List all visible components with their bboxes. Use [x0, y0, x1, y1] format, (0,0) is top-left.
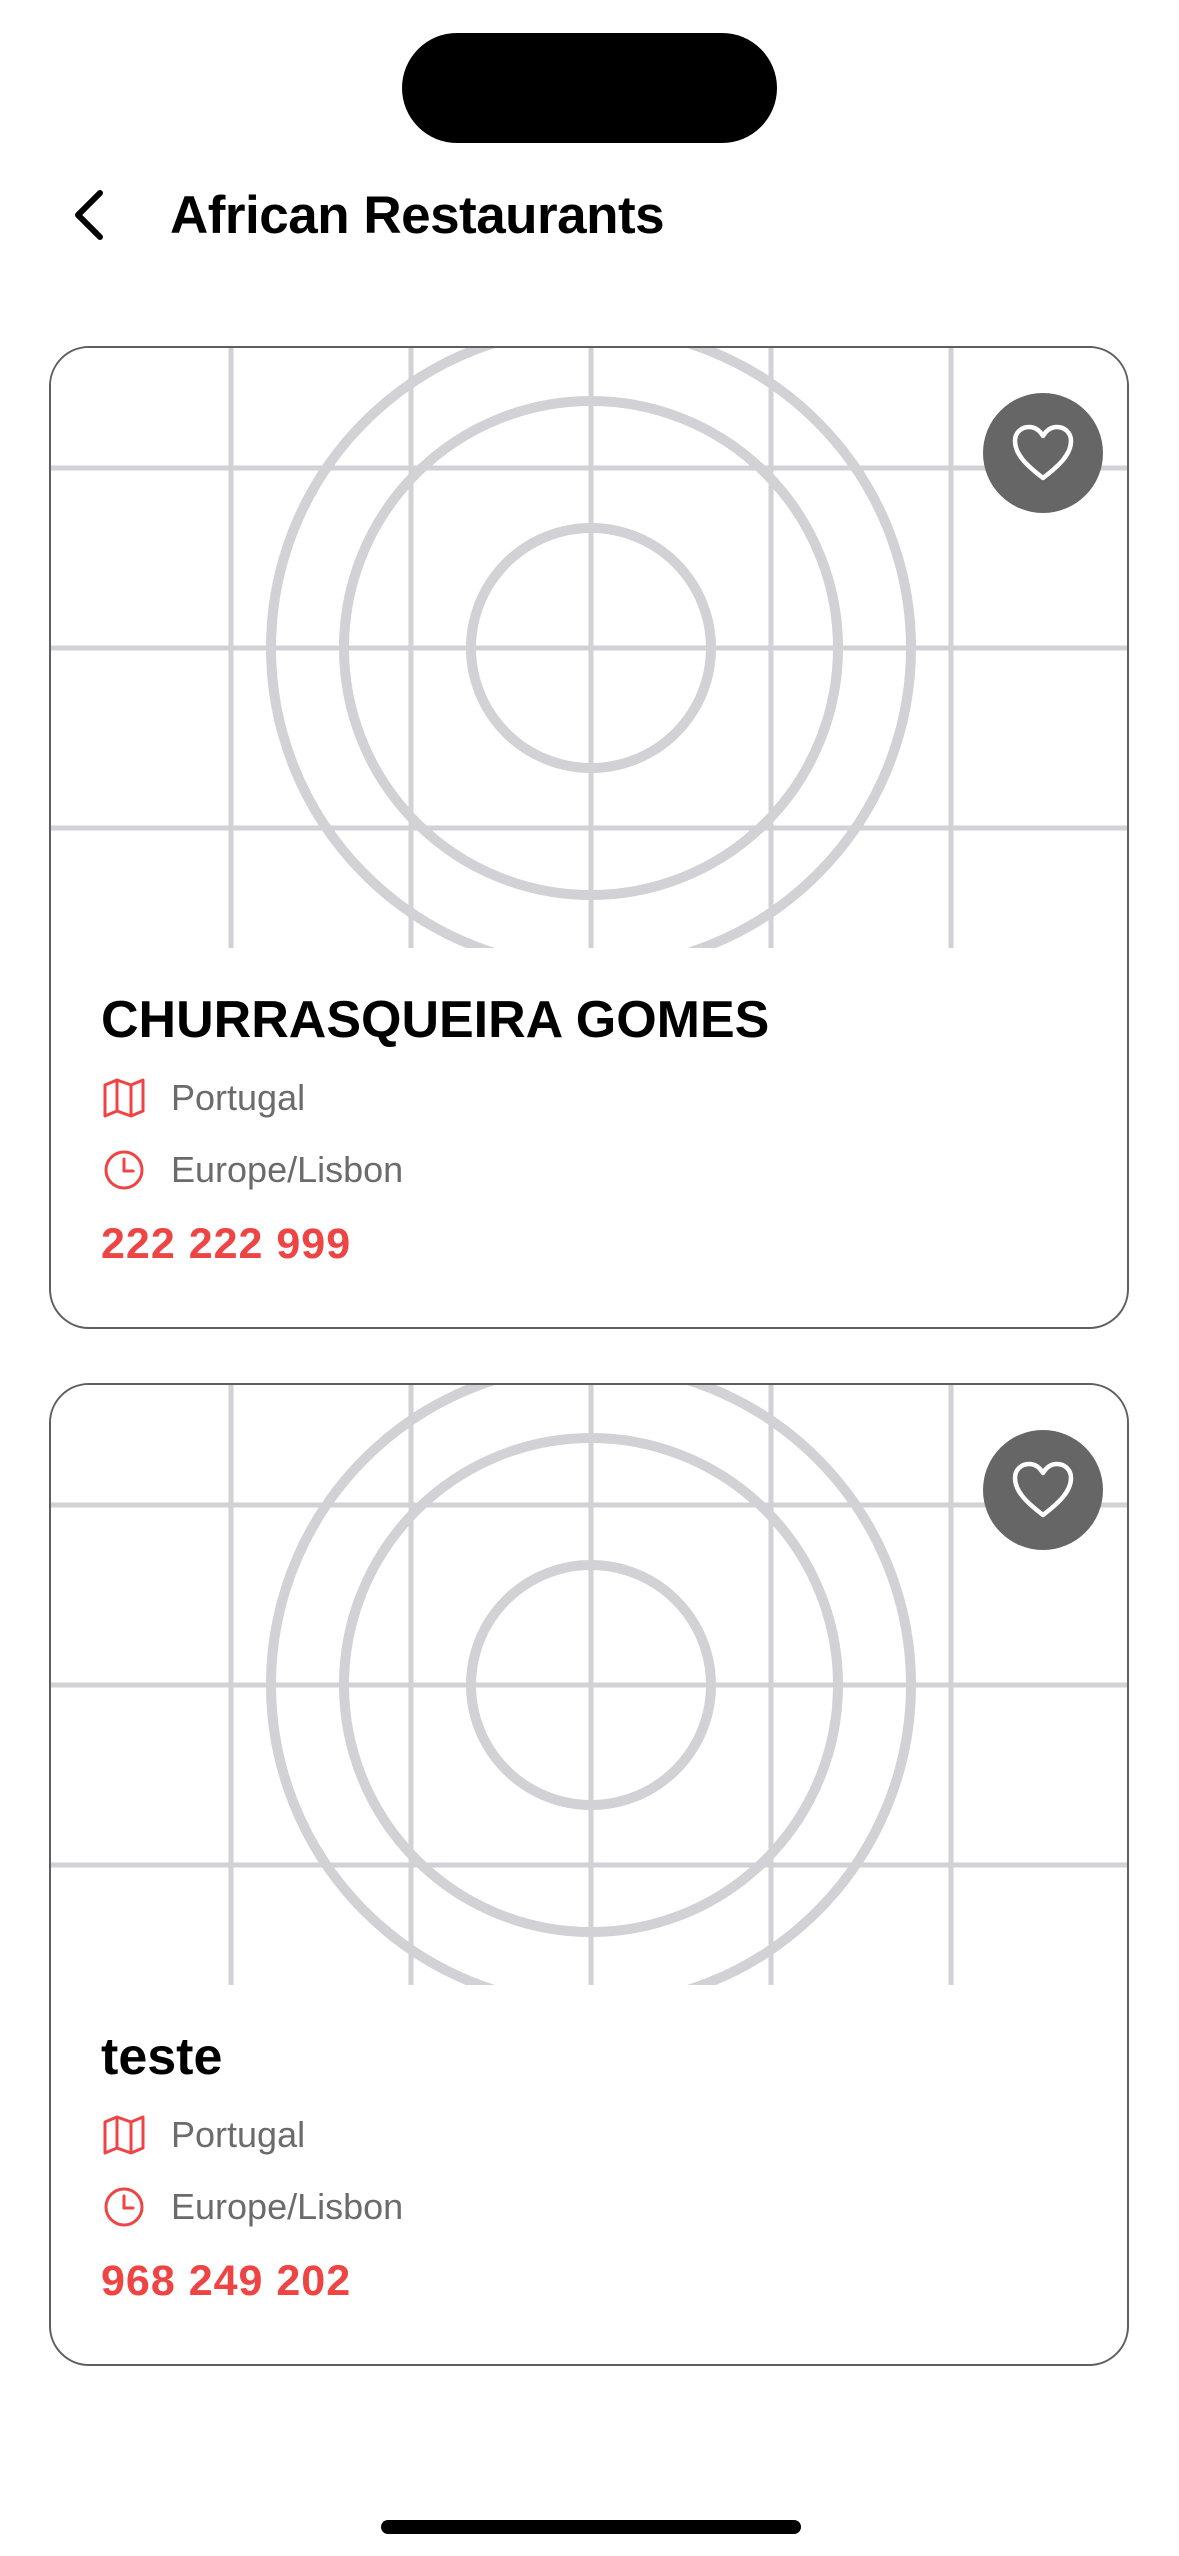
header: African Restaurants — [0, 160, 1179, 270]
timezone-row: Europe/Lisbon — [101, 1138, 1087, 1202]
restaurant-card[interactable]: teste Portugal Europe/Lisbon 968 249 202 — [49, 1383, 1129, 2366]
card-body: teste Portugal Europe/Lisbon 968 249 202 — [101, 2025, 1087, 2309]
map-icon — [101, 2112, 147, 2158]
back-button[interactable] — [50, 175, 130, 255]
favorite-button[interactable] — [983, 393, 1103, 513]
chevron-left-icon — [75, 190, 103, 240]
restaurant-card[interactable]: CHURRASQUEIRA GOMES Portugal Europe/Lisb… — [49, 346, 1129, 1329]
country-text: Portugal — [171, 1077, 306, 1118]
card-body: CHURRASQUEIRA GOMES Portugal Europe/Lisb… — [101, 988, 1087, 1272]
home-indicator[interactable] — [381, 2520, 801, 2534]
dynamic-island — [402, 33, 777, 143]
phone-link[interactable]: 222 222 999 — [101, 1216, 1087, 1272]
clock-icon — [101, 1147, 147, 1193]
heart-outline-icon — [1012, 424, 1074, 481]
clock-icon — [101, 2184, 147, 2230]
placeholder-image — [51, 1385, 1127, 1985]
timezone-row: Europe/Lisbon — [101, 2175, 1087, 2239]
country-text: Portugal — [171, 2114, 306, 2155]
restaurant-name: CHURRASQUEIRA GOMES — [101, 991, 770, 1049]
country-row: Portugal — [101, 2103, 1087, 2167]
heart-outline-icon — [1012, 1461, 1074, 1518]
restaurant-name: teste — [101, 2028, 223, 2086]
country-row: Portugal — [101, 1066, 1087, 1130]
page-title: African Restaurants — [170, 186, 665, 245]
placeholder-image — [51, 348, 1127, 948]
timezone-text: Europe/Lisbon — [171, 2186, 404, 2227]
timezone-text: Europe/Lisbon — [171, 1149, 404, 1190]
map-icon — [101, 1075, 147, 1121]
favorite-button[interactable] — [983, 1430, 1103, 1550]
phone-link[interactable]: 968 249 202 — [101, 2253, 1087, 2309]
